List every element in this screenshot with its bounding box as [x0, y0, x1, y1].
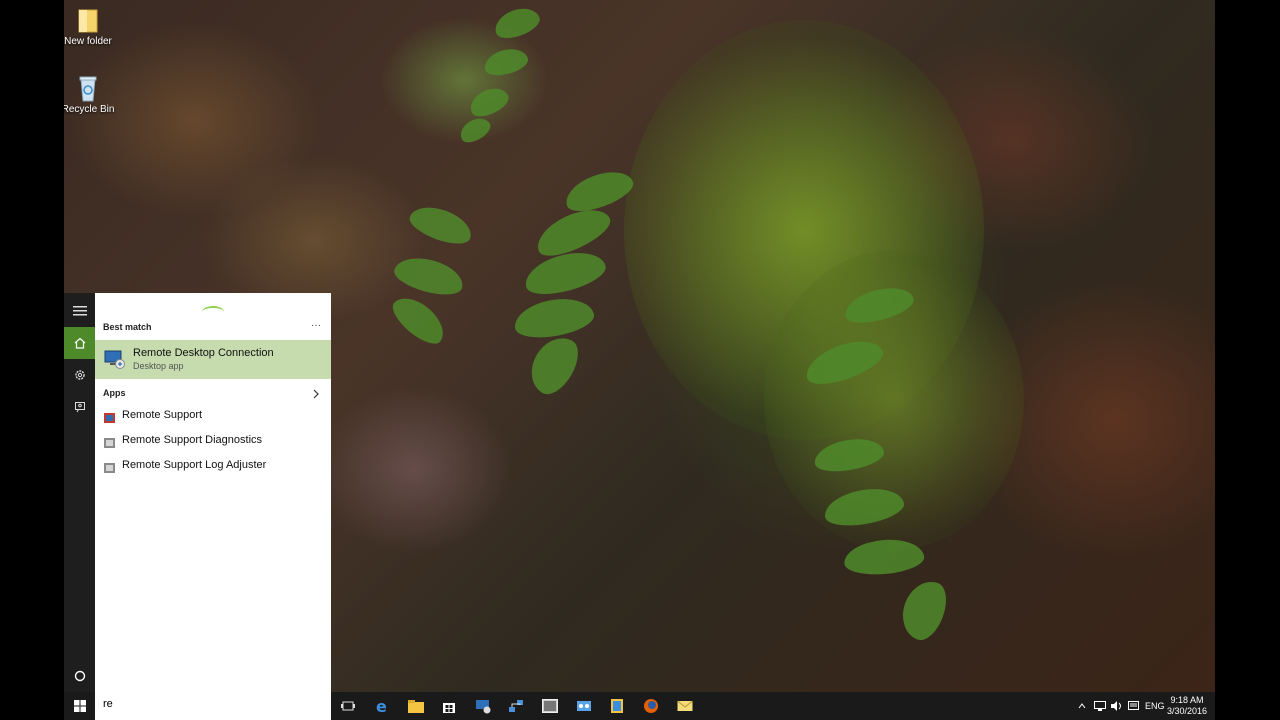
best-match-title: Remote Desktop Connection: [133, 347, 274, 359]
system-clock[interactable]: 9:18 AM 3/30/2016: [1167, 695, 1207, 717]
file-explorer-icon[interactable]: [406, 696, 426, 716]
desktop-icon-recycle-bin[interactable]: Recycle Bin: [64, 74, 118, 115]
volume-icon[interactable]: [1111, 692, 1123, 720]
show-hidden-icons-chevron-icon[interactable]: [1078, 692, 1086, 720]
search-input[interactable]: [103, 698, 323, 710]
photo-icon[interactable]: [540, 696, 560, 716]
settings-icon[interactable]: [64, 359, 95, 391]
app-result-remote-support-diagnostics[interactable]: Remote Support Diagnostics: [95, 430, 331, 452]
remote-desktop-icon: [104, 348, 126, 370]
remote-desktop-taskbar-icon[interactable]: [473, 696, 493, 716]
remote-support-icon: [104, 410, 115, 423]
mail-icon[interactable]: [675, 696, 695, 716]
taskbar-search-box[interactable]: [95, 692, 331, 720]
taskbar: e ENG 9:18 AM 3/30/2016: [64, 692, 1215, 720]
app-result-remote-support-log-adjuster[interactable]: Remote Support Log Adjuster: [95, 455, 331, 477]
feedback-icon[interactable]: [64, 391, 95, 423]
desktop-icon-label: Recycle Bin: [64, 104, 115, 115]
recycle-bin-icon: [76, 74, 100, 102]
input-language-indicator[interactable]: ENG: [1145, 692, 1165, 720]
library-icon[interactable]: [607, 696, 627, 716]
hamburger-menu-icon[interactable]: [64, 295, 95, 327]
network-status-icon[interactable]: [1094, 692, 1106, 720]
windows-logo-icon: [73, 700, 86, 712]
clock-date: 3/30/2016: [1166, 706, 1207, 716]
best-match-result[interactable]: Remote Desktop Connection Desktop app: [95, 340, 331, 379]
task-view-icon[interactable]: [338, 696, 358, 716]
best-match-heading: Best match: [103, 322, 152, 332]
search-results-panel: Best match ··· Remote Desktop Connection…: [95, 293, 331, 692]
apps-expand-chevron-icon[interactable]: [313, 386, 319, 404]
app-result-label: Remote Support: [122, 409, 203, 421]
store-icon[interactable]: [439, 696, 459, 716]
firefox-icon[interactable]: [641, 696, 661, 716]
desktop-icon-label: New folder: [64, 36, 112, 47]
log-adjuster-icon: [104, 460, 115, 473]
app-result-remote-support[interactable]: Remote Support: [95, 405, 331, 427]
app-result-label: Remote Support Diagnostics: [122, 434, 263, 446]
home-icon[interactable]: [64, 327, 95, 359]
loading-spinner-icon: [202, 306, 224, 318]
action-center-icon[interactable]: [1128, 692, 1139, 720]
more-options-button[interactable]: ···: [311, 320, 321, 331]
edge-icon[interactable]: e: [372, 696, 392, 716]
app-result-label: Remote Support Log Adjuster: [122, 459, 267, 471]
svg-text:e: e: [376, 698, 387, 714]
clock-time: 9:18 AM: [1170, 695, 1204, 705]
apps-heading: Apps: [103, 388, 126, 398]
control-panel-icon[interactable]: [574, 696, 594, 716]
network-icon[interactable]: [506, 696, 526, 716]
desktop-icon-new-folder[interactable]: New folder: [64, 6, 118, 47]
cortana-circle-icon[interactable]: [64, 660, 95, 692]
start-menu-rail: [64, 293, 95, 692]
folder-icon: [76, 6, 100, 34]
best-match-subtitle: Desktop app: [133, 361, 184, 371]
start-button[interactable]: [64, 692, 95, 720]
diagnostics-icon: [104, 435, 115, 448]
